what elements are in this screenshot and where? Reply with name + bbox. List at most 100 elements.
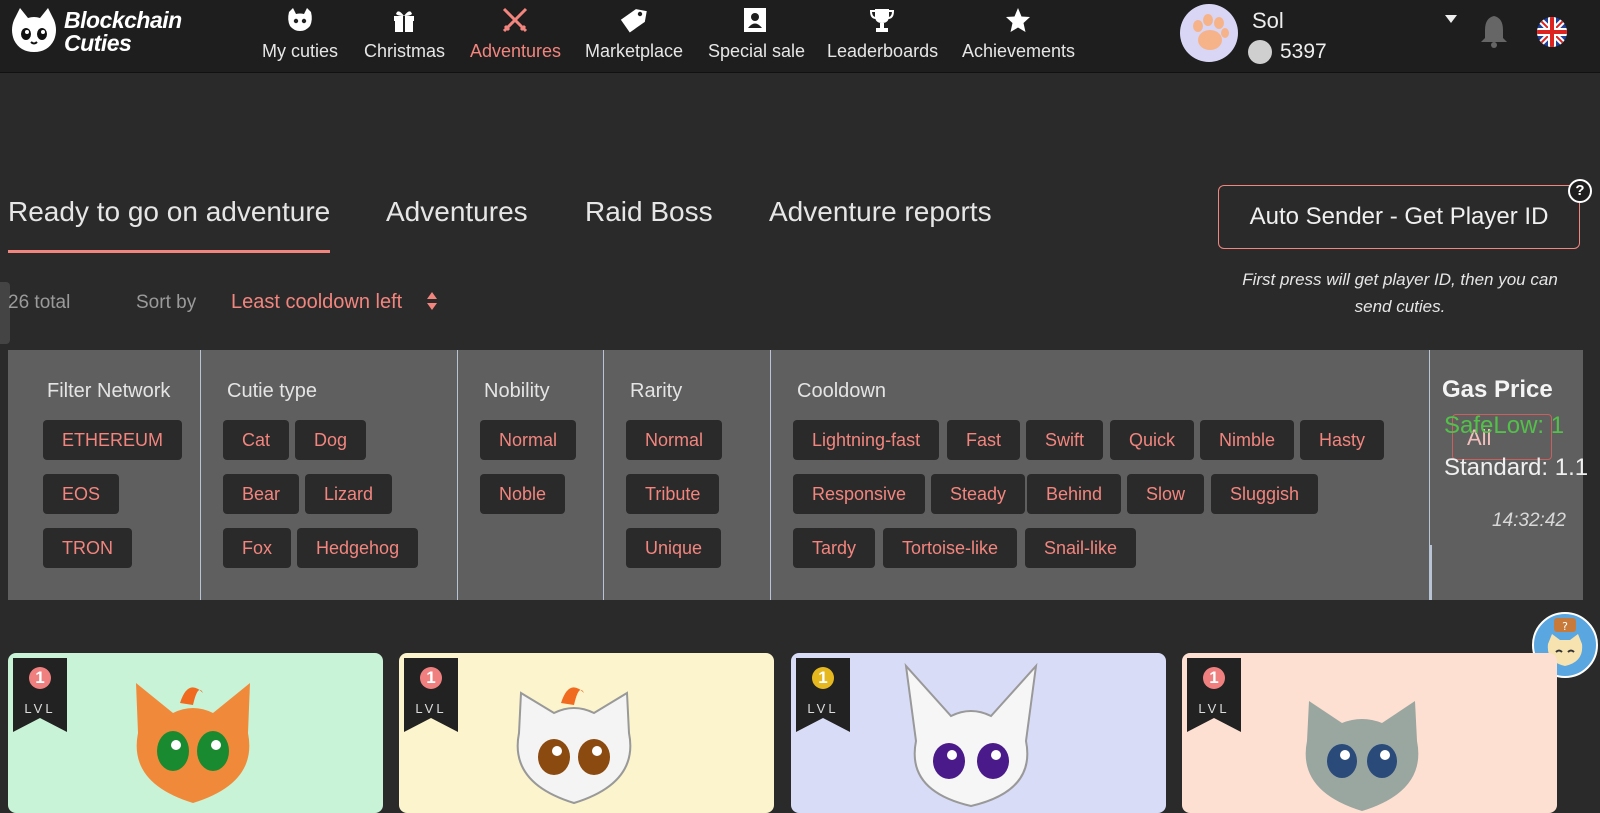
balance-value: 5397 (1280, 40, 1327, 63)
paw-icon (1193, 14, 1229, 50)
level-label: LVL (807, 701, 839, 716)
coin-icon (1248, 40, 1272, 64)
chip-steady[interactable]: Steady (931, 474, 1026, 514)
chip-quick[interactable]: Quick (1110, 420, 1195, 460)
filter-rarity: Rarity Normal Tribute Unique (604, 350, 771, 600)
auto-sender-hint: First press will get player ID, then you… (1242, 270, 1558, 316)
chip-dog[interactable]: Dog (295, 420, 367, 460)
level-badge: 1 LVL (796, 658, 850, 732)
sort-select[interactable]: Least cooldown left (231, 291, 402, 314)
filter-title: Filter Network (47, 380, 171, 402)
chip-slow[interactable]: Slow (1127, 474, 1205, 514)
level-badge: 1 LVL (13, 658, 67, 732)
username: Sol (1252, 8, 1284, 33)
price-tag-icon (620, 9, 647, 33)
bell-icon[interactable] (1480, 14, 1508, 48)
nav-achievements[interactable]: Achievements (962, 0, 1076, 72)
svg-text:?: ? (1562, 620, 1568, 633)
tab-adventure-reports[interactable]: Adventure reports (769, 196, 992, 228)
filter-title: Nobility (484, 380, 550, 402)
chip-hasty[interactable]: Hasty (1300, 420, 1385, 460)
nav-label: Leaderboards (827, 41, 939, 61)
level-label: LVL (1198, 701, 1230, 716)
avatar[interactable] (1180, 4, 1238, 62)
chevron-down-icon[interactable] (1444, 14, 1458, 24)
chip-cat[interactable]: Cat (223, 420, 290, 460)
cutie-image (1305, 701, 1419, 811)
chip-fast[interactable]: Fast (947, 420, 1021, 460)
level-badge: 1 LVL (404, 658, 458, 732)
chip-tron[interactable]: TRON (43, 528, 132, 568)
chip-ethereum[interactable]: ETHEREUM (43, 420, 183, 460)
filter-cutie-type: Cutie type Cat Dog Bear Lizard Fox Hedge… (201, 350, 458, 600)
chip-fox[interactable]: Fox (223, 528, 292, 568)
chip-lizard[interactable]: Lizard (305, 474, 393, 514)
gas-safelow: SafeLow: 1 (1444, 412, 1565, 439)
logo-text: Blockchain Cuties (64, 9, 182, 55)
help-icon[interactable]: ? (1568, 179, 1592, 203)
level-badge: 1 LVL (1187, 658, 1241, 732)
filter-nobility: Nobility Normal Noble (458, 350, 604, 600)
nav-label: Adventures (470, 41, 562, 61)
logo[interactable]: Blockchain Cuties (8, 6, 182, 58)
chip-lightning-fast[interactable]: Lightning-fast (793, 420, 940, 460)
level-label: LVL (415, 701, 447, 716)
chip-tribute[interactable]: Tribute (626, 474, 720, 514)
chip-sluggish[interactable]: Sluggish (1211, 474, 1319, 514)
cutie-card[interactable]: 1 LVL (1182, 653, 1557, 813)
cutie-card[interactable]: 1 LVL (8, 653, 383, 813)
nav-marketplace[interactable]: Marketplace (585, 0, 683, 72)
level-number: 1 (420, 667, 442, 689)
tab-adventures[interactable]: Adventures (386, 196, 528, 228)
cutie-card[interactable]: 1 LVL (399, 653, 774, 813)
level-number: 1 (29, 667, 51, 689)
tab-raid-boss[interactable]: Raid Boss (585, 196, 713, 228)
filter-title: Cooldown (797, 380, 886, 402)
top-navigation-bar: Blockchain Cuties My cuties Christmas Ad… (0, 0, 1600, 72)
filter-cooldown: Cooldown Lightning-fast Fast Swift Quick… (771, 350, 1430, 600)
nav-label: Achievements (962, 41, 1076, 61)
chip-nimble[interactable]: Nimble (1200, 420, 1295, 460)
sort-by-label: Sort by (136, 292, 197, 313)
portrait-icon (744, 8, 766, 32)
nav-label: Special sale (708, 41, 806, 61)
chip-noble[interactable]: Noble (480, 474, 566, 514)
trophy-icon (869, 9, 894, 32)
chip-tardy[interactable]: Tardy (793, 528, 876, 568)
chip-normal[interactable]: Normal (480, 420, 577, 460)
gift-icon (394, 11, 414, 32)
auto-sender-button[interactable]: Auto Sender - Get Player ID (1218, 185, 1580, 249)
chip-eos[interactable]: EOS (43, 474, 120, 514)
nav-special-sale[interactable]: Special sale (708, 0, 806, 72)
cutie-card[interactable]: 1 LVL (791, 653, 1166, 813)
nav-christmas[interactable]: Christmas (364, 0, 446, 72)
nav-label: Christmas (364, 41, 446, 61)
divider (1430, 545, 1432, 600)
gas-time: 14:32:42 (1492, 510, 1566, 531)
chip-behind[interactable]: Behind (1027, 474, 1122, 514)
filter-title: Rarity (630, 380, 683, 402)
tab-ready[interactable]: Ready to go on adventure (8, 196, 331, 253)
chip-tortoise-like[interactable]: Tortoise-like (883, 528, 1018, 568)
balance: 5397 (1248, 40, 1327, 64)
chip-snail-like[interactable]: Snail-like (1025, 528, 1137, 568)
sort-arrows-icon[interactable] (426, 289, 438, 313)
nav-adventures[interactable]: Adventures (470, 0, 562, 72)
nav-leaderboards[interactable]: Leaderboards (827, 0, 939, 72)
chip-responsive[interactable]: Responsive (793, 474, 926, 514)
cutie-image (516, 687, 632, 805)
gas-price-widget: All Gas Price SafeLow: 1 Standard: 1.1 1… (1430, 350, 1590, 600)
chip-normal[interactable]: Normal (626, 420, 723, 460)
chip-hedgehog[interactable]: Hedgehog (297, 528, 419, 568)
uk-flag-icon[interactable] (1536, 16, 1568, 48)
logo-line-1: Blockchain (64, 7, 182, 33)
cat-logo-icon (12, 8, 56, 52)
nav-my-cuties[interactable]: My cuties (262, 0, 338, 72)
total-count: 26 total (8, 292, 71, 313)
level-number: 1 (1203, 667, 1225, 689)
chip-swift[interactable]: Swift (1026, 420, 1104, 460)
level-number: 1 (812, 667, 834, 689)
chip-bear[interactable]: Bear (223, 474, 300, 514)
nav-label: My cuties (262, 41, 339, 61)
chip-unique[interactable]: Unique (626, 528, 722, 568)
